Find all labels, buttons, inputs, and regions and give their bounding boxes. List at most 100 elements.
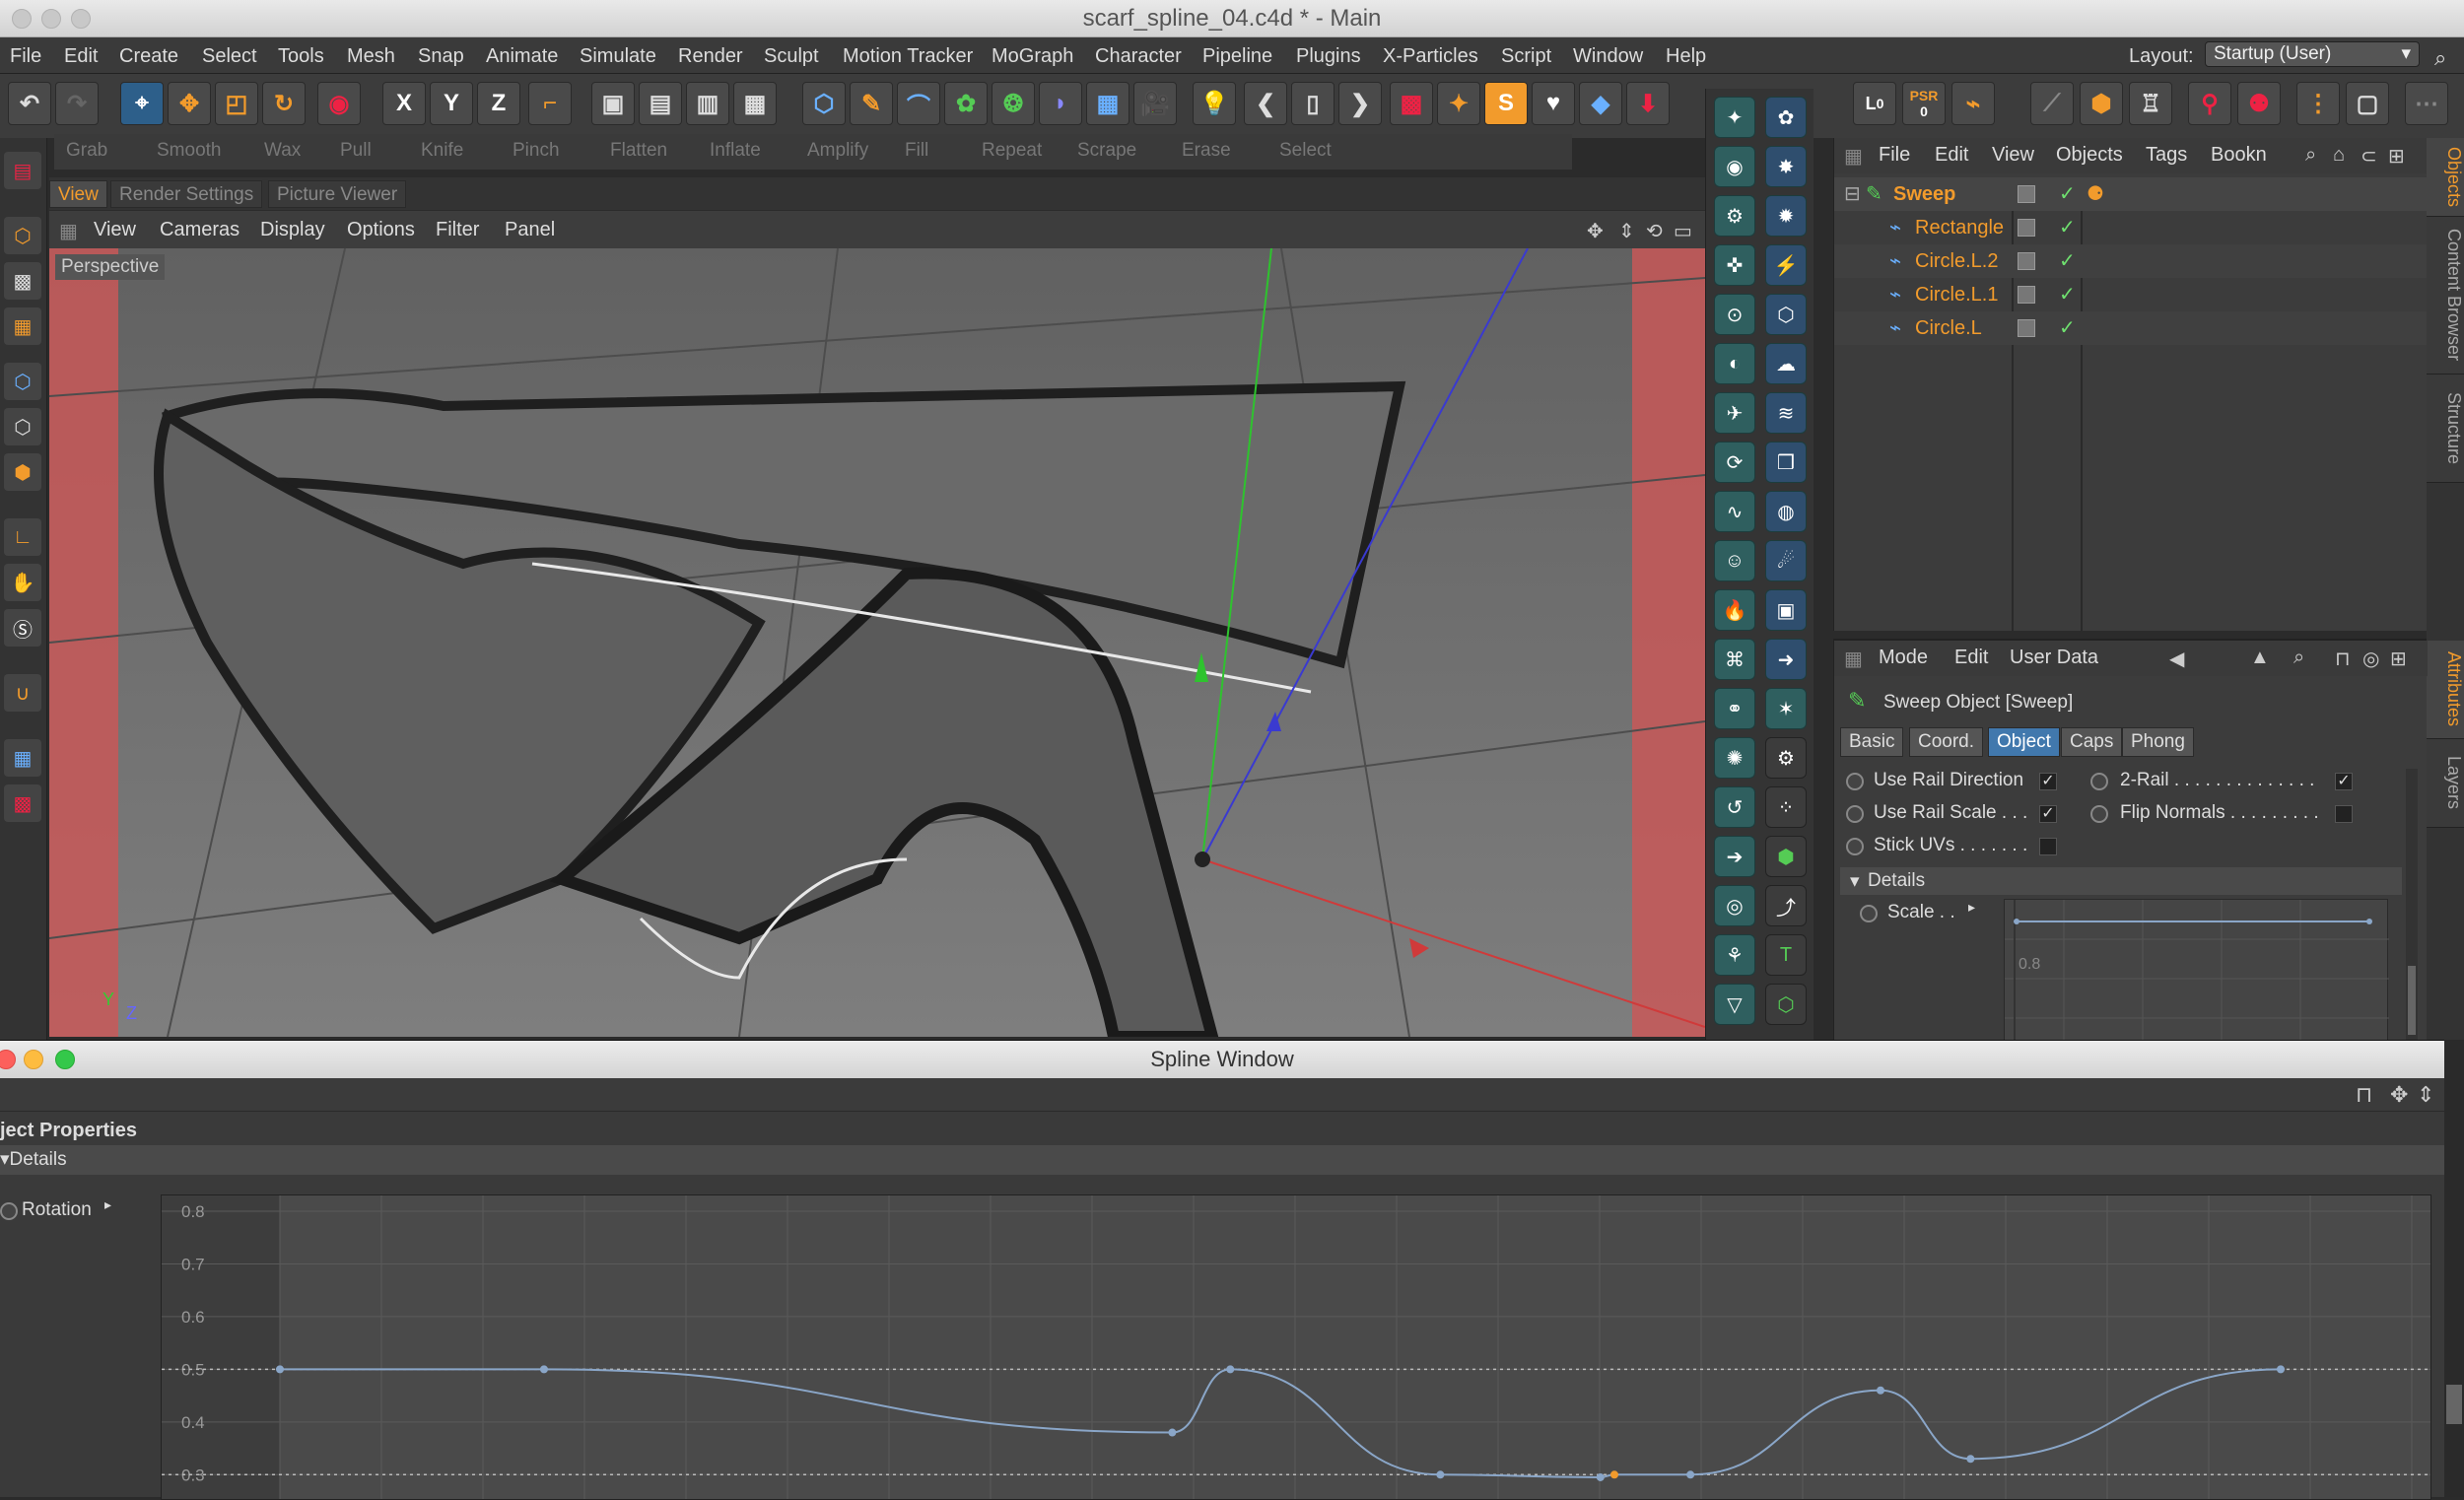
scale-spline-point[interactable] — [2014, 919, 2019, 924]
xp-system-icon[interactable]: ◉ — [1714, 146, 1755, 187]
model-mode-icon[interactable]: ⬡ — [4, 217, 41, 254]
objects-menu-tags[interactable]: Tags — [2146, 144, 2187, 167]
spline-control-point[interactable] — [1226, 1365, 1235, 1374]
menu-icon[interactable]: ⋯ — [2405, 82, 2448, 125]
spline-control-point[interactable] — [1610, 1470, 1619, 1479]
window-icon[interactable]: ▢ — [2346, 82, 2389, 125]
spline-window-scrollbar[interactable] — [2444, 1040, 2464, 1497]
attr-menu-mode[interactable]: Mode — [1879, 647, 1928, 669]
spline-control-point[interactable] — [1686, 1470, 1695, 1479]
viewport-menu-view[interactable]: View — [94, 219, 136, 241]
document-icon[interactable]: ▯ — [1291, 82, 1335, 125]
close-window-button[interactable] — [0, 1050, 16, 1069]
xp-scatter-icon[interactable]: ✶ — [1765, 688, 1807, 729]
chevron-right-icon[interactable]: ▸ — [1968, 899, 1975, 916]
layer-toggle[interactable] — [2018, 252, 2035, 270]
xyz-icon[interactable]: ⋮ — [2296, 82, 2340, 125]
rotate-icon[interactable]: ↻ — [262, 82, 306, 125]
polygons-mode-icon[interactable]: ⬢ — [4, 453, 41, 491]
snap-icon[interactable]: ⌁ — [1951, 82, 1995, 125]
texture-mode-icon[interactable]: ▩ — [4, 262, 41, 300]
redo-icon[interactable]: ↷ — [55, 82, 99, 125]
tree-label-sweep[interactable]: Sweep — [1893, 177, 1955, 211]
side-tab-objects[interactable]: Objects — [2427, 138, 2464, 217]
solo-icon[interactable]: Ⓢ — [4, 609, 41, 647]
menu-motion-tracker[interactable]: Motion Tracker — [843, 45, 973, 68]
pan-icon[interactable]: ✥ — [2390, 1082, 2408, 1108]
viewport-menu-options[interactable]: Options — [347, 219, 415, 241]
attr-menu-user-data[interactable]: User Data — [2010, 647, 2098, 669]
enabled-check[interactable]: ✓ — [2059, 311, 2076, 345]
objects-menu-objects[interactable]: Objects — [2056, 144, 2123, 167]
xp-globe-icon[interactable]: ◍ — [1765, 491, 1807, 532]
art-icon[interactable]: ✦ — [1437, 82, 1480, 125]
attr-tab-caps[interactable]: Caps — [2061, 727, 2123, 757]
render-picture-icon[interactable]: ▤ — [639, 82, 682, 125]
rotation-spline-svg[interactable]: 0.80.70.60.50.40.3 — [162, 1195, 2431, 1500]
pen-icon[interactable]: ✎ — [850, 82, 893, 125]
z-axis-button[interactable]: Z — [477, 82, 520, 125]
viewport-menu-cameras[interactable]: Cameras — [160, 219, 240, 241]
xp-question-icon[interactable]: ◐ — [1714, 343, 1755, 384]
grid-lock-icon[interactable]: ▩ — [4, 784, 41, 822]
film-icon[interactable]: ▩ — [1390, 82, 1433, 125]
layer-toggle[interactable] — [2018, 319, 2035, 337]
xp-drop-icon[interactable]: ☄ — [1765, 540, 1807, 581]
objects-menu-bookmarks[interactable]: Bookn — [2211, 144, 2267, 167]
chevron-right-icon[interactable]: ❯ — [1338, 82, 1382, 125]
minimize-window-button[interactable] — [41, 9, 61, 29]
two-rail-checkbox[interactable]: ✓ — [2335, 773, 2353, 790]
attr-tab-object[interactable]: Object — [1988, 727, 2060, 757]
close-window-button[interactable] — [12, 9, 32, 29]
xp-flock-icon[interactable]: ⚭ — [1714, 688, 1755, 729]
xp-small-cube-icon[interactable]: ⬡ — [1765, 984, 1807, 1025]
layer-toggle[interactable] — [2018, 219, 2035, 237]
sculpt-erase[interactable]: Erase — [1182, 140, 1231, 162]
particles-icon[interactable]: ⚉ — [2237, 82, 2281, 125]
xp-direction-icon[interactable]: ➜ — [1765, 639, 1807, 680]
xp-arrow-icon[interactable]: ➔ — [1714, 836, 1755, 877]
zoom-window-button[interactable] — [71, 9, 91, 29]
up-arrow-icon[interactable]: ▲ — [2250, 647, 2270, 669]
scale-spline-graph[interactable]: 0.8 — [2004, 899, 2389, 1048]
scrollbar-thumb[interactable] — [2446, 1385, 2462, 1424]
undo-icon[interactable]: ↶ — [8, 82, 51, 125]
stick-uvs-checkbox[interactable] — [2039, 838, 2057, 855]
xp-cycle-icon[interactable]: ↺ — [1714, 786, 1755, 828]
lock-icon[interactable]: ⊓ — [2356, 1082, 2372, 1108]
recent-tool-icon[interactable]: ◉ — [317, 82, 361, 125]
use-rail-scale-checkbox[interactable]: ✓ — [2039, 805, 2057, 823]
maximize-view-icon[interactable]: ▭ — [1674, 219, 1692, 243]
edges-mode-icon[interactable]: ⬡ — [4, 408, 41, 445]
enabled-check[interactable]: ✓ — [2059, 211, 2076, 244]
animate-radio[interactable] — [1860, 905, 1878, 922]
back-arrow-icon[interactable]: ◀ — [2169, 647, 2184, 671]
chevron-right-icon[interactable]: ▸ — [104, 1196, 111, 1213]
xp-curve-icon[interactable]: ⤴ — [1765, 885, 1807, 926]
dolly-icon[interactable]: ⇕ — [1618, 219, 1635, 243]
orbit-icon[interactable]: ⟲ — [1646, 219, 1663, 243]
subdivision-icon[interactable]: ✿ — [944, 82, 988, 125]
xp-branch-icon[interactable]: ⌘ — [1714, 639, 1755, 680]
animate-radio[interactable] — [2090, 773, 2108, 790]
viewport-menu-display[interactable]: Display — [260, 219, 325, 241]
chevron-left-icon[interactable]: ❮ — [1244, 82, 1287, 125]
render-settings-icon[interactable]: ▦ — [733, 82, 777, 125]
menu-x-particles[interactable]: X-Particles — [1383, 45, 1478, 68]
menu-plugins[interactable]: Plugins — [1296, 45, 1361, 68]
attr-tab-basic[interactable]: Basic — [1840, 727, 1904, 757]
xp-fire-icon[interactable]: 🔥 — [1714, 589, 1755, 631]
scale-spline-point[interactable] — [2366, 919, 2372, 924]
grid-icon[interactable]: ▦ — [4, 739, 41, 777]
enabled-check[interactable]: ✓ — [2059, 278, 2076, 311]
search-icon[interactable]: ⌕ — [2305, 144, 2316, 167]
xp-box-icon[interactable]: ▣ — [1765, 589, 1807, 631]
xp-turbulence-icon[interactable]: ✹ — [1765, 195, 1807, 237]
layout-dropdown[interactable]: Startup (User) ▾ — [2205, 41, 2420, 67]
lock-icon[interactable]: ⊓ — [2335, 647, 2351, 671]
cube-icon[interactable]: ⬡ — [802, 82, 846, 125]
xp-wave-icon[interactable]: ≋ — [1765, 392, 1807, 434]
new-window-icon[interactable]: ⊞ — [2388, 144, 2405, 169]
menu-snap[interactable]: Snap — [418, 45, 464, 68]
spline-control-point[interactable] — [276, 1365, 284, 1374]
